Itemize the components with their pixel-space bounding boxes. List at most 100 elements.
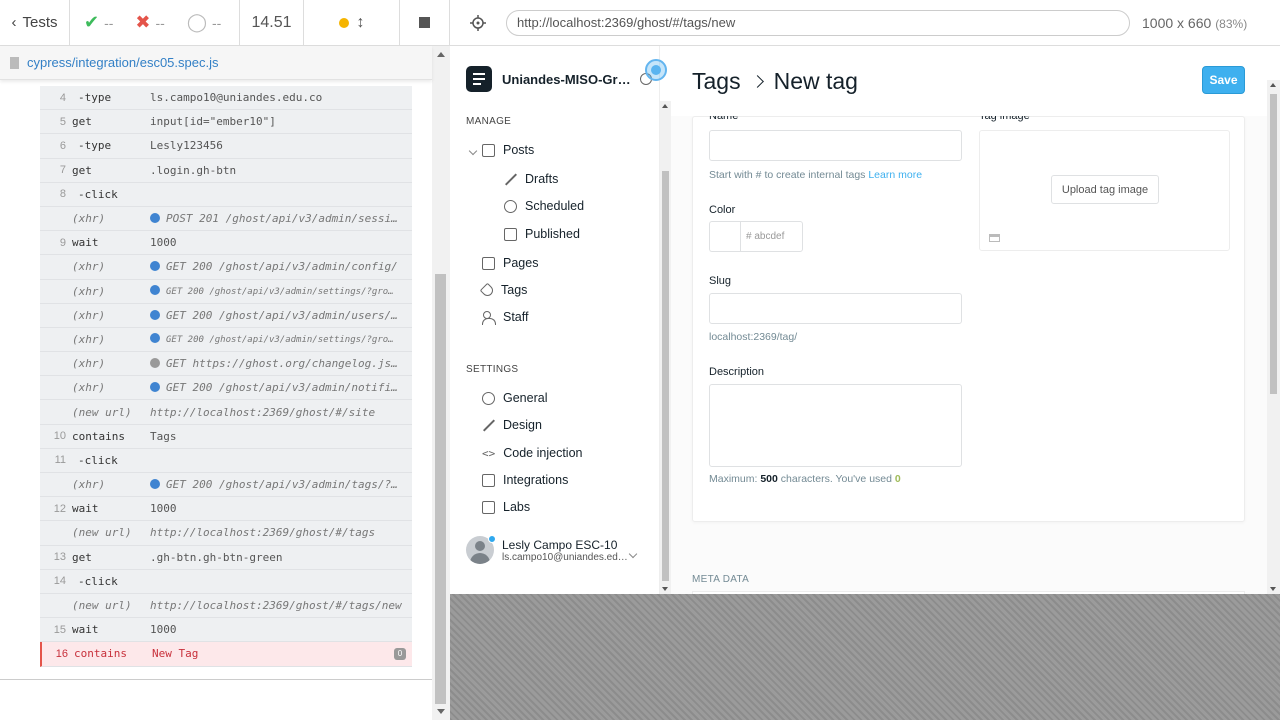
command-row[interactable]: (xhr) GET https://ghost.org/changelog.js… xyxy=(40,352,412,377)
description-textarea[interactable] xyxy=(709,384,962,467)
name-input[interactable] xyxy=(709,130,962,161)
command-message-text: GET 200 /ghost/api/v3/admin/config/ xyxy=(166,260,398,274)
command-name: (new url) xyxy=(72,405,132,419)
pages-icon xyxy=(482,256,495,270)
spec-path-bar: cypress/integration/esc05.spec.js xyxy=(0,46,432,80)
command-message: .login.gh-btn xyxy=(150,164,412,177)
command-log-scrollbar[interactable] xyxy=(432,46,450,720)
command-row[interactable]: 9 wait 1000 xyxy=(40,231,412,256)
command-name: wait xyxy=(72,623,99,637)
integrations-icon xyxy=(482,473,495,487)
scroll-down-icon[interactable] xyxy=(437,709,445,714)
main-scrollbar[interactable] xyxy=(1267,80,1280,594)
nav-tags[interactable]: Tags xyxy=(479,282,528,298)
command-message-text: 1000 xyxy=(150,502,177,516)
failed-count: -- xyxy=(155,14,165,31)
failed-stat: ✖ -- xyxy=(135,12,164,33)
scroll-up-icon[interactable] xyxy=(662,104,668,108)
command-name: (xhr) xyxy=(72,308,106,322)
command-message: Lesly123456 xyxy=(150,139,412,152)
command-row[interactable]: 8 -click xyxy=(40,182,412,207)
command-number: 6 xyxy=(59,139,66,152)
scroll-down-icon[interactable] xyxy=(1270,587,1276,591)
scroll-up-icon[interactable] xyxy=(437,52,445,57)
command-row[interactable]: (xhr) GET 200 /ghost/api/v3/admin/config/ xyxy=(40,255,412,280)
chevron-right-icon xyxy=(750,75,764,88)
upload-tag-image-button[interactable]: Upload tag image xyxy=(1051,175,1159,204)
command-row[interactable]: 14 -click xyxy=(40,569,412,594)
nav-posts[interactable]: Posts xyxy=(468,143,534,157)
nav-drafts[interactable]: Drafts xyxy=(504,172,558,186)
status-dot-icon xyxy=(150,382,160,393)
command-message: GET 200 /ghost/api/v3/admin/settings/?gr… xyxy=(150,285,412,297)
command-row[interactable]: 12 wait 1000 xyxy=(40,497,412,522)
aut-header: http://localhost:2369/ghost/#/tags/new 1… xyxy=(450,0,1280,46)
command-row[interactable]: 13 get .gh-btn.gh-btn-green xyxy=(40,545,412,570)
command-name: get xyxy=(72,550,92,564)
command-row[interactable]: (xhr) GET 200 /ghost/api/v3/admin/setting… xyxy=(40,327,412,353)
nav-staff[interactable]: Staff xyxy=(482,310,528,325)
command-row[interactable]: 15 wait 1000 xyxy=(40,618,412,643)
nav-tags-label: Tags xyxy=(501,283,528,297)
online-status-icon xyxy=(488,535,496,543)
command-row[interactable]: 11 -click xyxy=(40,448,412,473)
nav-general[interactable]: General xyxy=(482,391,547,405)
command-row[interactable]: (new url) http://localhost:2369/ghost/#/t… xyxy=(40,593,412,619)
nav-scheduled[interactable]: Scheduled xyxy=(504,199,584,213)
scroll-down-icon[interactable] xyxy=(662,587,668,591)
nav-labs-label: Labs xyxy=(503,500,531,514)
user-menu[interactable]: Lesly Campo ESC-10 ls.campo10@uniandes.e… xyxy=(466,535,628,564)
tests-button[interactable]: ‹ Tests xyxy=(0,0,70,45)
command-row[interactable]: (new url) http://localhost:2369/ghost/#/t… xyxy=(40,521,412,546)
command-row[interactable]: (xhr) GET 200 /ghost/api/v3/admin/tags/?… xyxy=(40,473,412,498)
color-input[interactable]: # abcdef xyxy=(740,221,803,252)
command-row[interactable]: (new url) http://localhost:2369/ghost/#/s… xyxy=(40,400,412,425)
scrollbar-thumb[interactable] xyxy=(662,171,669,581)
breadcrumb-tags-link[interactable]: Tags xyxy=(692,68,741,95)
command-message: New Tag xyxy=(152,647,412,660)
scrollbar-thumb[interactable] xyxy=(1270,94,1277,394)
selector-playground-button[interactable] xyxy=(450,14,506,31)
slug-input[interactable] xyxy=(709,293,962,324)
viewport-scale: (83%) xyxy=(1215,16,1248,31)
nav-integrations[interactable]: Integrations xyxy=(482,473,568,487)
sidebar-scrollbar[interactable] xyxy=(660,101,671,594)
staff-icon xyxy=(482,310,496,325)
chevron-down-icon[interactable] xyxy=(468,146,478,156)
site-brand[interactable]: Uniandes-MISO-Gr… xyxy=(466,66,631,92)
command-row[interactable]: 16 contains New Tag 0 xyxy=(40,642,412,667)
command-name: (xhr) xyxy=(72,284,106,298)
command-row[interactable]: 4 -type ls.campo10@uniandes.edu.co xyxy=(40,86,412,111)
spec-path-link[interactable]: cypress/integration/esc05.spec.js xyxy=(27,55,218,70)
auto-scroll-toggle[interactable]: ↕ xyxy=(304,0,400,45)
command-message-text: GET 200 /ghost/api/v3/admin/notifi… xyxy=(166,381,398,395)
learn-more-link[interactable]: Learn more xyxy=(868,169,922,181)
command-row[interactable]: (xhr) GET 200 /ghost/api/v3/admin/setting… xyxy=(40,279,412,304)
stop-button[interactable] xyxy=(400,0,450,45)
command-message-text: http://localhost:2369/ghost/#/tags/new xyxy=(150,599,402,613)
command-row[interactable]: 7 get .login.gh-btn xyxy=(40,158,412,183)
scrollbar-thumb[interactable] xyxy=(435,274,446,704)
command-row[interactable]: (xhr) GET 200 /ghost/api/v3/admin/users/… xyxy=(40,303,412,328)
nav-design[interactable]: Design xyxy=(482,418,542,432)
tag-icon xyxy=(479,282,496,298)
nav-code-injection[interactable]: <> Code injection xyxy=(482,446,582,460)
command-name: (xhr) xyxy=(72,332,106,346)
command-row[interactable]: (xhr) POST 201 /ghost/api/v3/admin/sessi… xyxy=(40,206,412,232)
command-row[interactable]: 5 get input[id="ember10"] xyxy=(40,110,412,135)
command-row[interactable]: 10 contains Tags xyxy=(40,424,412,449)
nav-general-label: General xyxy=(503,391,548,405)
command-row[interactable]: (xhr) GET 200 /ghost/api/v3/admin/notifi… xyxy=(40,376,412,401)
nav-published[interactable]: Published xyxy=(504,227,580,241)
color-swatch[interactable] xyxy=(709,221,741,252)
nav-labs[interactable]: Labs xyxy=(482,500,530,514)
command-row[interactable]: 6 -type Lesly123456 xyxy=(40,134,412,159)
scroll-up-icon[interactable] xyxy=(1270,83,1276,87)
url-bar[interactable]: http://localhost:2369/ghost/#/tags/new xyxy=(506,9,1130,36)
chevron-down-icon[interactable] xyxy=(628,549,638,559)
command-name: (xhr) xyxy=(72,357,106,371)
command-number: 8 xyxy=(59,188,66,201)
nav-pages[interactable]: Pages xyxy=(482,256,538,270)
save-button[interactable]: Save xyxy=(1202,66,1245,94)
cypress-runner-panel: ‹ Tests ✔ -- ✖ -- ◯ -- 14.51 ↕ cypress/inte… xyxy=(0,0,450,720)
